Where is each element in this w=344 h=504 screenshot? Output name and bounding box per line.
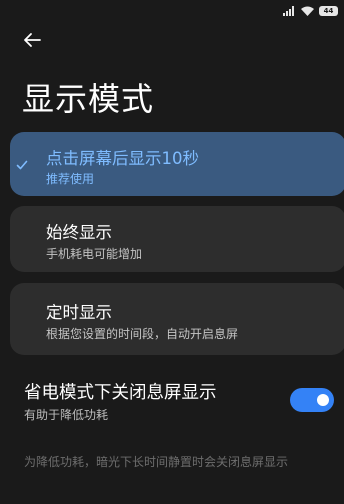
power-saving-toggle[interactable] (290, 388, 334, 412)
option-title: 点击屏幕后显示10秒 (46, 149, 199, 168)
wifi-icon (301, 1, 314, 20)
option-scheduled[interactable]: 定时显示 根据您设置的时间段，自动开启息屏 (10, 283, 344, 355)
status-bar: 44 (0, 0, 344, 16)
footnote: 为降低功耗，暗光下长时间静置时会关闭息屏显示 (24, 455, 289, 469)
signal-icon (283, 1, 296, 20)
toggle-knob (317, 394, 329, 406)
power-saving-row[interactable]: 省电模式下关闭息屏显示 有助于降低功耗 (0, 372, 344, 428)
back-button[interactable] (20, 28, 44, 52)
option-subtitle: 推荐使用 (46, 172, 95, 186)
power-saving-subtitle: 有助于降低功耗 (24, 408, 109, 422)
option-title: 定时显示 (46, 303, 112, 322)
power-saving-title: 省电模式下关闭息屏显示 (24, 383, 217, 403)
check-icon (16, 160, 28, 170)
option-tap-to-show[interactable]: 点击屏幕后显示10秒 推荐使用 (10, 132, 344, 196)
option-always-on[interactable]: 始终显示 手机耗电可能增加 (10, 206, 344, 272)
page-title: 显示模式 (22, 80, 155, 118)
option-subtitle: 手机耗电可能增加 (46, 247, 143, 261)
battery-icon: 44 (319, 5, 338, 16)
option-subtitle: 根据您设置的时间段，自动开启息屏 (46, 327, 239, 341)
option-title: 始终显示 (46, 223, 112, 242)
status-icons: 44 (283, 1, 338, 20)
back-arrow-icon (24, 33, 41, 47)
